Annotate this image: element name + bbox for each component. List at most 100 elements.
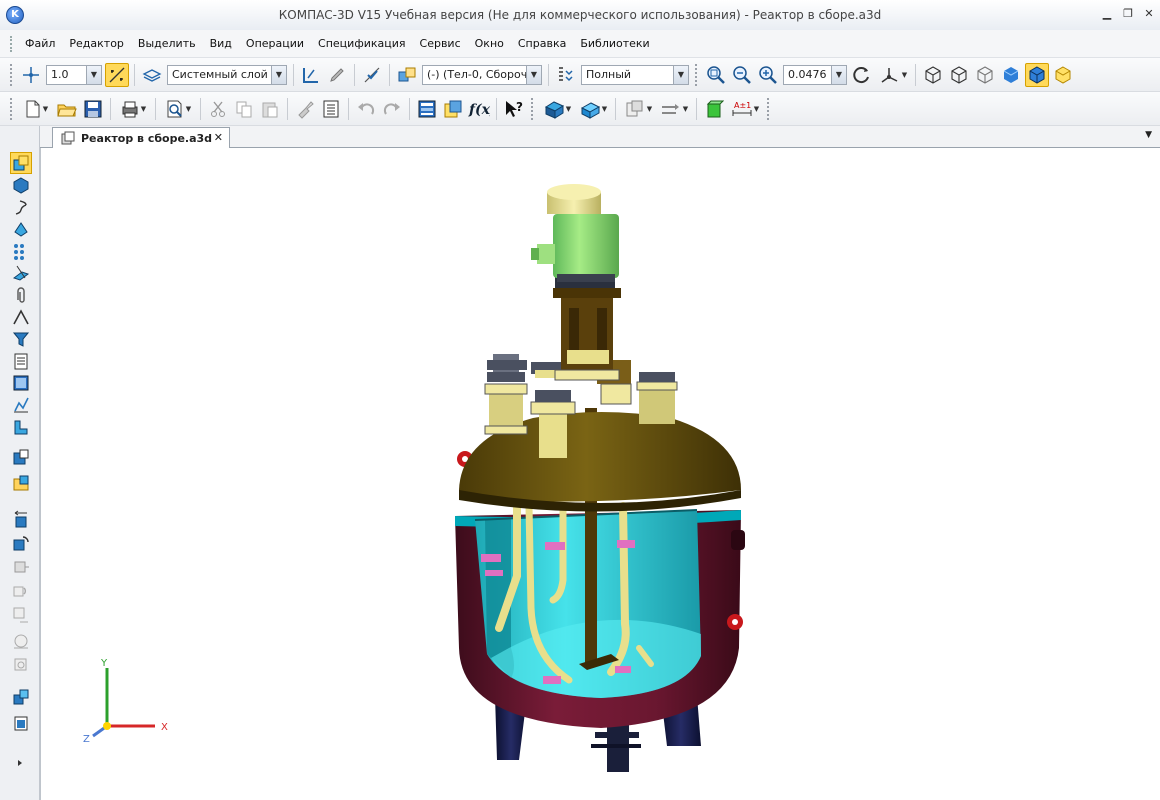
zoom-window-icon[interactable] xyxy=(704,63,728,87)
halftone-icon[interactable] xyxy=(999,63,1023,87)
parallel-icon[interactable] xyxy=(10,580,32,602)
toolbar-grip[interactable] xyxy=(10,63,14,86)
spatial-curves-icon[interactable] xyxy=(10,196,32,218)
sheet-metal-icon[interactable] xyxy=(10,306,32,328)
chevron-down-icon[interactable]: ▼ xyxy=(602,105,607,113)
menu-file[interactable]: Файл xyxy=(18,37,62,50)
edit-assembly-icon[interactable] xyxy=(10,152,32,174)
chevron-down-icon[interactable]: ▼ xyxy=(647,105,652,113)
chevron-down-icon[interactable]: ▼ xyxy=(186,105,191,113)
concentric-icon[interactable] xyxy=(10,654,32,676)
format-brush-icon[interactable] xyxy=(293,97,317,121)
check-point-icon[interactable] xyxy=(360,63,384,87)
print-icon[interactable]: ▼ xyxy=(116,97,150,121)
collision-check-icon[interactable] xyxy=(10,686,32,708)
selection-filter-icon[interactable] xyxy=(10,416,32,438)
open-folder-icon[interactable] xyxy=(55,97,79,121)
new-document-icon[interactable]: ▼ xyxy=(19,97,53,121)
paste-icon[interactable] xyxy=(258,97,282,121)
preview-icon[interactable]: ▼ xyxy=(161,97,195,121)
copy-icon[interactable] xyxy=(232,97,256,121)
chevron-down-icon[interactable]: ▼ xyxy=(86,65,101,84)
assembly-component-icon[interactable] xyxy=(10,446,32,468)
chevron-down-icon[interactable]: ▼ xyxy=(566,105,571,113)
orientation-icon[interactable] xyxy=(299,63,323,87)
display-mode-combo[interactable]: Полный ▼ xyxy=(581,64,689,85)
rotate-component-icon[interactable] xyxy=(10,532,32,554)
solid-operations-icon[interactable] xyxy=(10,174,32,196)
toolbar-grip[interactable] xyxy=(695,63,699,86)
reports-icon[interactable] xyxy=(10,372,32,394)
auxiliary-geometry-icon[interactable] xyxy=(10,262,32,284)
menu-view[interactable]: Вид xyxy=(203,37,239,50)
tab-reactor-assembly[interactable]: Реактор в сборе.a3d ✕ xyxy=(52,127,230,148)
zoom-combo[interactable]: 0.0476 ▼ xyxy=(783,64,847,85)
tab-list-chevron-icon[interactable]: ▼ xyxy=(1145,130,1152,140)
arrays-icon[interactable] xyxy=(10,240,32,262)
model-viewport[interactable]: Y X Z xyxy=(40,148,1160,800)
layers-icon[interactable] xyxy=(140,63,164,87)
menu-select[interactable]: Выделить xyxy=(131,37,203,50)
toolbar-grip[interactable] xyxy=(10,97,14,120)
tangent-icon[interactable] xyxy=(10,630,32,652)
layer-combo[interactable]: Системный слой (0) ▼ xyxy=(167,64,287,85)
perpendicular-icon[interactable] xyxy=(10,604,32,626)
context-help-icon[interactable]: ? xyxy=(502,97,526,121)
function-fx-icon[interactable]: f(x) xyxy=(467,97,491,121)
undo-icon[interactable] xyxy=(354,97,378,121)
move-component-icon[interactable] xyxy=(10,508,32,530)
body-combo[interactable]: (-) (Тел-0, Сборочн ▼ xyxy=(422,64,542,85)
snap-toggle-button[interactable] xyxy=(105,62,129,87)
chevron-down-icon[interactable]: ▼ xyxy=(271,65,286,84)
close-window-button[interactable]: ✕ xyxy=(1140,7,1158,23)
thin-hidden-lines-icon[interactable] xyxy=(973,63,997,87)
chevron-down-icon[interactable]: ▼ xyxy=(141,105,146,113)
menu-libraries[interactable]: Библиотеки xyxy=(573,37,656,50)
dimension-tolerance-icon[interactable]: A±1 ▼ xyxy=(728,97,762,121)
menu-help[interactable]: Справка xyxy=(511,37,573,50)
mass-properties-icon[interactable] xyxy=(10,712,32,734)
insert-from-file-icon[interactable] xyxy=(10,472,32,494)
specification-icon[interactable] xyxy=(10,350,32,372)
menu-grip[interactable] xyxy=(10,35,14,52)
display-style-icon[interactable] xyxy=(554,63,578,87)
filter-icon[interactable] xyxy=(10,328,32,350)
cursor-step-icon[interactable] xyxy=(19,63,43,87)
chevron-down-icon[interactable]: ▼ xyxy=(673,65,688,84)
properties-icon[interactable] xyxy=(319,97,343,121)
minimize-button[interactable]: ▁ xyxy=(1098,7,1116,23)
menu-service[interactable]: Сервис xyxy=(413,37,468,50)
component-icon[interactable] xyxy=(395,63,419,87)
green-cube-icon[interactable] xyxy=(702,97,726,121)
zoom-fit-icon[interactable] xyxy=(730,63,754,87)
surfaces-icon[interactable] xyxy=(10,218,32,240)
extrude-operation-icon[interactable]: ▼ xyxy=(540,97,574,121)
cut-icon[interactable] xyxy=(206,97,230,121)
zoom-in-icon[interactable] xyxy=(756,63,780,87)
redo-icon[interactable] xyxy=(380,97,404,121)
edit-sketch-icon[interactable] xyxy=(325,63,349,87)
wireframe-icon[interactable] xyxy=(921,63,945,87)
hidden-lines-icon[interactable] xyxy=(947,63,971,87)
variables-icon[interactable] xyxy=(441,97,465,121)
toolbar-grip[interactable] xyxy=(767,97,771,120)
panel-expand-icon[interactable] xyxy=(10,752,32,774)
model-tree-icon[interactable] xyxy=(415,97,439,121)
menu-operations[interactable]: Операции xyxy=(239,37,311,50)
cut-extrude-icon[interactable]: ▼ xyxy=(576,97,610,121)
halftone-edges-icon[interactable] xyxy=(1025,62,1049,87)
measure-icon[interactable] xyxy=(10,394,32,416)
perspective-icon[interactable] xyxy=(1051,63,1075,87)
coincidence-icon[interactable] xyxy=(10,556,32,578)
chevron-down-icon[interactable]: ▼ xyxy=(683,105,688,113)
save-icon[interactable] xyxy=(81,97,105,121)
restore-button[interactable]: ❐ xyxy=(1119,7,1137,23)
chevron-down-icon[interactable]: ▼ xyxy=(526,65,541,84)
rotate-icon[interactable] xyxy=(850,63,874,87)
mate-icon[interactable]: ▼ xyxy=(657,97,691,121)
step-combo[interactable]: 1.0 ▼ xyxy=(46,64,102,85)
add-component-icon[interactable]: ▼ xyxy=(621,97,655,121)
paperclip-icon[interactable] xyxy=(10,284,32,306)
menu-editor[interactable]: Редактор xyxy=(62,37,131,50)
menu-window[interactable]: Окно xyxy=(468,37,511,50)
